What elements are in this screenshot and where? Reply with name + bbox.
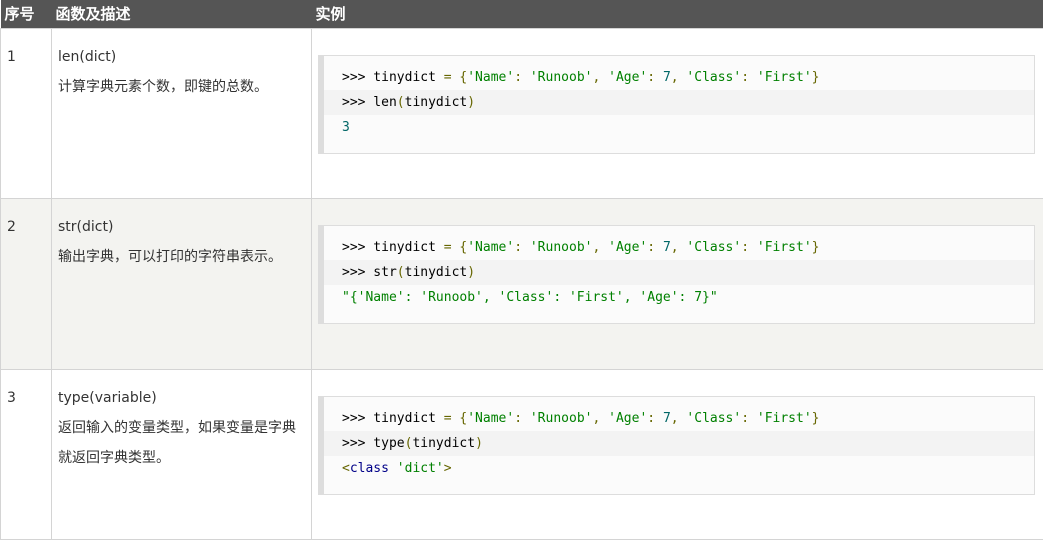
code-line: >>> tinydict = {'Name': 'Runoob', 'Age':… — [324, 406, 1034, 431]
row-func-desc: str(dict) 输出字典，可以打印的字符串表示。 — [52, 199, 312, 370]
func-description: 返回输入的变量类型，如果变量是字典就返回字典类型。 — [58, 413, 305, 473]
row-example: >>> tinydict = {'Name': 'Runoob', 'Age':… — [312, 29, 1043, 199]
func-description: 输出字典，可以打印的字符串表示。 — [58, 242, 305, 272]
code-line: >>> tinydict = {'Name': 'Runoob', 'Age':… — [324, 235, 1034, 260]
code-line: 3 — [324, 115, 1034, 140]
row-func-desc: len(dict) 计算字典元素个数，即键的总数。 — [52, 29, 312, 199]
row-num: 1 — [1, 29, 52, 199]
row-num: 2 — [1, 199, 52, 370]
code-line: "{'Name': 'Runoob', 'Class': 'First', 'A… — [324, 285, 1034, 310]
header-func: 函数及描述 — [52, 0, 312, 29]
row-func-desc: type(variable) 返回输入的变量类型，如果变量是字典就返回字典类型。 — [52, 370, 312, 540]
code-example: >>> tinydict = {'Name': 'Runoob', 'Age':… — [318, 396, 1035, 495]
code-line: >>> tinydict = {'Name': 'Runoob', 'Age':… — [324, 65, 1034, 90]
row-example: >>> tinydict = {'Name': 'Runoob', 'Age':… — [312, 199, 1043, 370]
code-line: >>> len(tinydict) — [324, 90, 1034, 115]
code-line: >>> type(tinydict) — [324, 431, 1034, 456]
row-num: 3 — [1, 370, 52, 540]
func-signature: len(dict) — [58, 42, 305, 72]
header-num: 序号 — [1, 0, 52, 29]
code-line: >>> str(tinydict) — [324, 260, 1034, 285]
row-example: >>> tinydict = {'Name': 'Runoob', 'Age':… — [312, 370, 1043, 540]
table-row: 2 str(dict) 输出字典，可以打印的字符串表示。 >>> tinydic… — [1, 199, 1043, 370]
dict-functions-table: 序号 函数及描述 实例 1 len(dict) 计算字典元素个数，即键的总数。 … — [0, 0, 1043, 540]
code-line: <class 'dict'> — [324, 456, 1034, 481]
table-header-row: 序号 函数及描述 实例 — [1, 0, 1043, 29]
func-signature: type(variable) — [58, 383, 305, 413]
header-example: 实例 — [312, 0, 1043, 29]
table-row: 1 len(dict) 计算字典元素个数，即键的总数。 >>> tinydict… — [1, 29, 1043, 199]
code-example: >>> tinydict = {'Name': 'Runoob', 'Age':… — [318, 225, 1035, 324]
func-description: 计算字典元素个数，即键的总数。 — [58, 72, 305, 102]
code-example: >>> tinydict = {'Name': 'Runoob', 'Age':… — [318, 55, 1035, 154]
func-signature: str(dict) — [58, 212, 305, 242]
table-row: 3 type(variable) 返回输入的变量类型，如果变量是字典就返回字典类… — [1, 370, 1043, 540]
